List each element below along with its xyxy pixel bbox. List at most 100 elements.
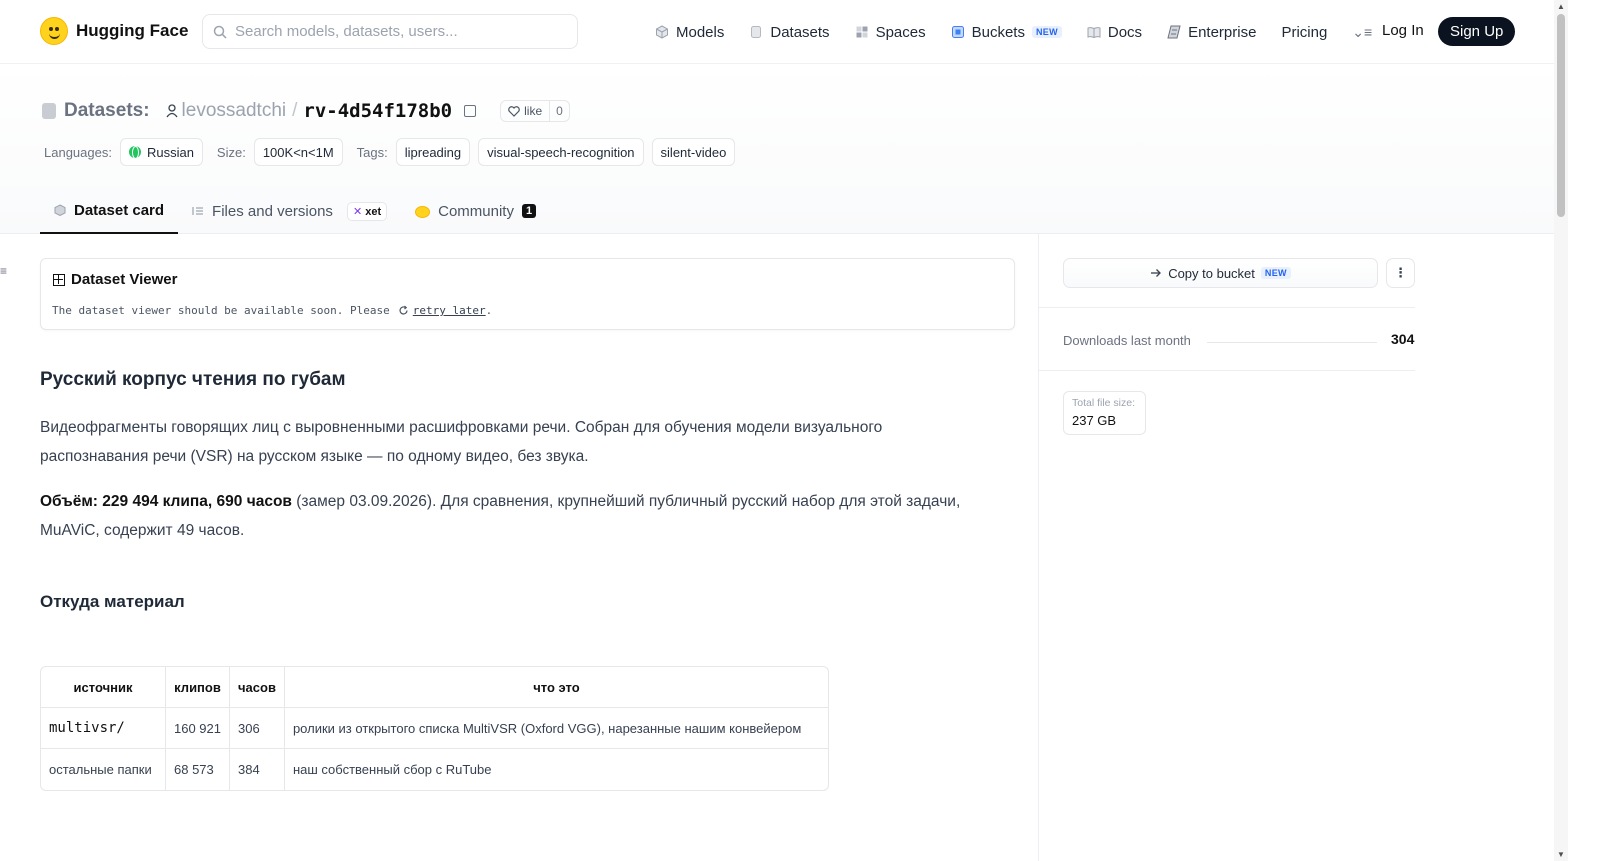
community-icon — [415, 205, 431, 218]
grid-icon — [53, 273, 65, 286]
size-value: 100K<n<1M — [262, 144, 334, 160]
spaces-icon — [856, 26, 868, 38]
nav-enterprise[interactable]: Enterprise — [1167, 24, 1256, 41]
user-icon — [166, 104, 178, 118]
tab-community[interactable]: Community 1 — [401, 188, 550, 234]
nav-datasets[interactable]: Datasets — [749, 24, 830, 41]
tag-chip-vsr[interactable]: visual-speech-recognition — [478, 138, 644, 166]
table-header-row: источник клипов часов что это — [41, 667, 828, 708]
new-badge: NEW — [1260, 267, 1291, 279]
tag-label: visual-speech-recognition — [487, 144, 635, 160]
table-header: клипов — [166, 667, 230, 708]
tab-files[interactable]: Files and versions ✕ xet — [178, 188, 401, 234]
tag-chip-silent-video[interactable]: silent-video — [651, 138, 736, 166]
divider — [1039, 307, 1415, 308]
viewer-message-period: . — [485, 304, 493, 317]
table-row: multivsr/ 160 921 306 ролики из открытог… — [41, 708, 828, 749]
nav-docs[interactable]: Docs — [1087, 24, 1142, 41]
nav-models-label: Models — [676, 23, 725, 41]
viewer-title-text: Dataset Viewer — [71, 271, 178, 288]
search-icon — [213, 25, 227, 39]
more-menu-icon[interactable]: ⌄≡ — [1352, 24, 1372, 41]
copy-icon[interactable] — [464, 105, 477, 117]
xet-icon: ✕ — [352, 205, 363, 218]
nav-buckets[interactable]: Buckets NEW — [951, 24, 1062, 41]
size-label: Size: — [216, 144, 246, 160]
table-cell: наш собственный сбор с RuTube — [292, 762, 492, 777]
language-chip[interactable]: Russian — [119, 138, 203, 166]
arrow-right-icon — [1151, 269, 1162, 277]
nav-docs-label: Docs — [1107, 23, 1143, 41]
like-count: 0 — [549, 101, 569, 121]
card-volume-bold: Объём: 229 494 клипа, 690 часов — [40, 493, 292, 510]
nav-pricing[interactable]: Pricing — [1281, 24, 1327, 41]
file-size-value: 237 GB — [1072, 413, 1117, 428]
files-icon — [192, 207, 204, 215]
docs-icon — [1087, 27, 1101, 39]
table-header: часов — [230, 667, 285, 708]
repo-header: Datasets: levossadtchi / rv-4d54f178b0 l… — [0, 64, 1554, 234]
enterprise-icon — [1167, 25, 1181, 39]
tag-chip-lipreading[interactable]: lipreading — [395, 138, 471, 166]
repo-owner: levossadtchi — [181, 100, 287, 121]
tab-dataset-card-label: Dataset card — [74, 201, 165, 219]
kebab-icon[interactable]: ⋮ — [1386, 258, 1415, 288]
brand-name: Hugging Face — [76, 21, 189, 40]
table-cell: 160 921 — [166, 708, 230, 749]
login-link[interactable]: Log In — [1382, 22, 1424, 39]
copy-to-bucket-label: Copy to bucket — [1168, 265, 1255, 281]
tab-community-label: Community — [438, 202, 514, 220]
tags-label: Tags: — [356, 144, 388, 160]
dataset-card-content: Русский корпус чтения по губам Видеофраг… — [40, 364, 980, 654]
globe-icon — [128, 146, 141, 159]
dataset-viewer: Dataset Viewer The dataset viewer should… — [40, 258, 1015, 330]
tag-label: silent-video — [660, 144, 727, 160]
table-cell: остальные папки — [41, 749, 166, 790]
scrollbar-thumb[interactable] — [1557, 14, 1565, 217]
search-input[interactable] — [235, 23, 555, 40]
file-size-box: Total file size: 237 GB — [1063, 391, 1146, 435]
downloads-label: Downloads last month — [1063, 333, 1191, 348]
datasets-section-link[interactable]: Datasets: — [64, 100, 150, 122]
cube-icon — [54, 204, 66, 216]
tab-dataset-card[interactable]: Dataset card — [40, 188, 179, 234]
nav-models[interactable]: Models — [655, 24, 724, 41]
size-chip[interactable]: 100K<n<1M — [253, 138, 343, 166]
nav-links: Models Datasets Spaces Buckets NEW Docs … — [655, 0, 1404, 64]
table-cell: multivsr/ — [41, 708, 166, 749]
repo-owner-link[interactable]: levossadtchi — [166, 100, 287, 122]
table-header: источник — [41, 667, 166, 708]
nav-buckets-label: Buckets — [971, 23, 1025, 41]
viewer-message: The dataset viewer should be available s… — [52, 304, 492, 317]
database-icon — [42, 103, 56, 119]
scroll-up-icon[interactable]: ▲ — [1557, 2, 1565, 11]
toc-toggle-icon[interactable]: ≡ — [0, 264, 7, 278]
repo-name[interactable]: rv-4d54f178b0 — [303, 100, 452, 122]
right-sidebar: Copy to bucket NEW ⋮ Downloads last mont… — [1038, 234, 1554, 861]
viewer-message-text: The dataset viewer should be available s… — [52, 304, 390, 317]
table-cell: 306 — [230, 708, 285, 749]
like-label: like — [524, 104, 543, 118]
table-cell: 68 573 — [166, 749, 230, 790]
xet-badge: ✕ xet — [346, 201, 388, 221]
like-main: like — [501, 101, 549, 121]
downloads-value: 304 — [1391, 331, 1415, 347]
brand-logo[interactable]: Hugging Face — [40, 17, 188, 45]
nav-spaces-label: Spaces — [875, 23, 926, 41]
table-cell: 384 — [230, 749, 285, 790]
card-description: Видеофрагменты говорящих лиц с выровненн… — [40, 419, 883, 465]
search-box[interactable] — [202, 14, 578, 49]
nav-spaces[interactable]: Spaces — [855, 24, 926, 41]
card-heading: Русский корпус чтения по губам — [40, 369, 346, 390]
file-size-label: Total file size: — [1072, 397, 1136, 409]
signup-button[interactable]: Sign Up — [1438, 17, 1516, 46]
heart-icon — [508, 105, 520, 117]
top-navbar: Hugging Face Models Datasets Spaces Buck… — [0, 0, 1554, 64]
models-icon — [656, 25, 668, 39]
retry-later-link[interactable]: retry later — [413, 304, 486, 317]
copy-to-bucket-button[interactable]: Copy to bucket NEW — [1063, 258, 1378, 288]
new-badge: NEW — [1031, 26, 1062, 38]
page-scrollbar[interactable]: ▲ ▼ — [1554, 0, 1568, 861]
scroll-down-icon[interactable]: ▼ — [1557, 850, 1565, 859]
like-button[interactable]: like 0 — [500, 100, 570, 122]
